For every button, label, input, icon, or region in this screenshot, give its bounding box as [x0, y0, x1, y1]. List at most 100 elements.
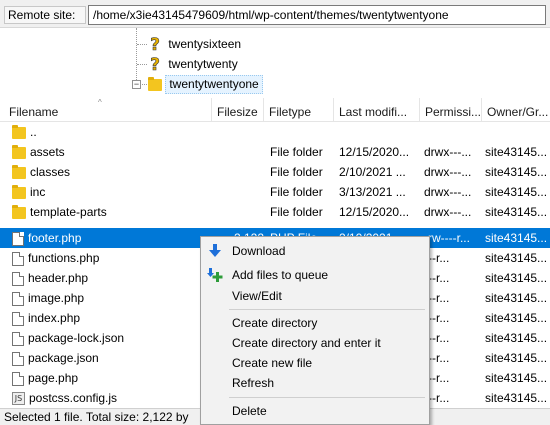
table-row[interactable]: ..: [0, 122, 550, 142]
owner-cell: site43145...: [485, 311, 548, 325]
owner-cell: site43145...: [485, 351, 548, 365]
modified-cell: 12/15/2020...: [339, 145, 410, 159]
folder-icon: [148, 76, 162, 91]
filename-cell: header.php: [12, 268, 212, 288]
add-to-queue-icon: [207, 268, 223, 282]
tree-guide-line: [137, 44, 147, 45]
table-row[interactable]: classes File folder 2/10/2021 ... drwx--…: [0, 162, 550, 182]
menu-item-create-directory-enter[interactable]: Create directory and enter it: [201, 333, 429, 353]
file-icon: [12, 291, 24, 306]
permissions-cell: ---r...: [424, 251, 450, 265]
filename-text: header.php: [28, 271, 89, 285]
permissions-cell: ---r...: [424, 291, 450, 305]
column-header-filesize[interactable]: Filesize: [212, 98, 264, 122]
filename-cell: assets: [12, 142, 212, 162]
remote-path-input[interactable]: /home/x3ie43145479609/html/wp-content/th…: [88, 5, 546, 25]
tree-guide-line: [136, 28, 137, 84]
menu-separator: [229, 397, 425, 398]
column-header-permissions[interactable]: Permissi...: [420, 98, 482, 122]
folder-icon: [12, 144, 26, 159]
owner-cell: site43145...: [485, 271, 548, 285]
tree-item-label: twentytwentyone: [165, 75, 263, 94]
owner-cell: site43145...: [485, 251, 548, 265]
owner-cell: site43145...: [485, 185, 548, 199]
folder-icon: [12, 124, 26, 139]
file-icon: [12, 351, 24, 366]
menu-item-label: Create directory and enter it: [232, 336, 381, 350]
column-header-last-modified[interactable]: Last modifi...: [334, 98, 420, 122]
filename-text: classes: [30, 165, 71, 179]
tree-item-twentytwentyone[interactable]: twentytwentyone: [148, 74, 263, 94]
permissions-cell: ---r...: [424, 331, 450, 345]
column-header-filetype[interactable]: Filetype: [264, 98, 334, 122]
column-header-owner-group[interactable]: Owner/Gr...: [482, 98, 550, 122]
filename-cell: inc: [12, 182, 212, 202]
table-row[interactable]: template-parts File folder 12/15/2020...…: [0, 202, 550, 222]
filename-cell: classes: [12, 162, 212, 182]
tree-item-twentysixteen[interactable]: ? twentysixteen: [148, 34, 244, 54]
filetype-cell: File folder: [270, 165, 323, 179]
menu-item-refresh[interactable]: Refresh: [201, 373, 429, 393]
menu-item-add-to-queue[interactable]: Add files to queue: [201, 265, 429, 285]
menu-item-view-edit[interactable]: View/Edit: [201, 286, 429, 306]
filename-text: functions.php: [28, 251, 100, 265]
filename-text: package.json: [28, 351, 99, 365]
permissions-cell: drwx---...: [424, 205, 472, 219]
filename-text: image.php: [28, 291, 85, 305]
modified-cell: 2/10/2021 ...: [339, 165, 406, 179]
collapse-toggle-icon[interactable]: −: [132, 80, 141, 89]
permissions-cell: ---r...: [424, 271, 450, 285]
filename-text: assets: [30, 145, 65, 159]
filename-text: footer.php: [28, 231, 82, 245]
menu-item-create-directory[interactable]: Create directory: [201, 313, 429, 333]
menu-item-label: View/Edit: [232, 289, 282, 303]
permissions-cell: drwx---...: [424, 165, 472, 179]
directory-tree: ? twentysixteen ? twentytwenty − twentyt…: [0, 28, 550, 94]
folder-icon: [12, 204, 26, 219]
file-icon: [12, 251, 24, 266]
file-list-header: ^ Filename Filesize Filetype Last modifi…: [0, 98, 550, 122]
owner-cell: site43145...: [485, 371, 548, 385]
filename-cell: template-parts: [12, 202, 212, 222]
filename-cell: JS postcss.config.js: [12, 388, 212, 408]
download-arrow-icon: [209, 244, 221, 257]
filename-cell: image.php: [12, 288, 212, 308]
filename-text: package-lock.json: [28, 331, 125, 345]
tree-item-label: twentysixteen: [168, 37, 242, 51]
table-row[interactable]: inc File folder 3/13/2021 ... drwx---...…: [0, 182, 550, 202]
file-icon: [12, 311, 24, 326]
tree-guide-line: [137, 64, 147, 65]
filename-text: page.php: [28, 371, 79, 385]
file-icon: [12, 371, 24, 386]
filename-text: ..: [30, 125, 37, 139]
js-file-icon: JS: [12, 392, 25, 406]
menu-item-label: Delete: [232, 404, 267, 418]
filetype-cell: File folder: [270, 145, 323, 159]
file-icon: [12, 331, 24, 346]
column-header-filename[interactable]: Filename: [4, 98, 212, 122]
modified-cell: 3/13/2021 ...: [339, 185, 406, 199]
permissions-cell: ---r...: [424, 371, 450, 385]
question-icon: ?: [150, 34, 160, 55]
filename-text: postcss.config.js: [29, 391, 118, 405]
permissions-cell: drwx---...: [424, 185, 472, 199]
menu-item-delete[interactable]: Delete: [201, 401, 429, 421]
remote-site-bar: Remote site: /home/x3ie43145479609/html/…: [0, 0, 550, 28]
menu-item-label: Create directory: [232, 316, 318, 330]
filename-cell: functions.php: [12, 248, 212, 268]
tree-item-label: twentytwenty: [168, 57, 238, 71]
permissions-cell: ---r...: [424, 311, 450, 325]
menu-item-label: Refresh: [232, 376, 275, 390]
menu-item-label: Download: [232, 244, 286, 258]
menu-item-download[interactable]: Download: [201, 241, 429, 261]
owner-cell: site43145...: [485, 331, 548, 345]
permissions-cell: ---r...: [424, 351, 450, 365]
file-icon: [12, 271, 24, 286]
tree-item-twentytwenty[interactable]: ? twentytwenty: [148, 54, 241, 74]
menu-item-create-new-file[interactable]: Create new file: [201, 353, 429, 373]
filename-cell: ..: [12, 122, 212, 142]
filename-text: template-parts: [30, 205, 107, 219]
table-row[interactable]: assets File folder 12/15/2020... drwx---…: [0, 142, 550, 162]
owner-cell: site43145...: [485, 205, 548, 219]
permissions-cell: ---r...: [424, 391, 450, 405]
